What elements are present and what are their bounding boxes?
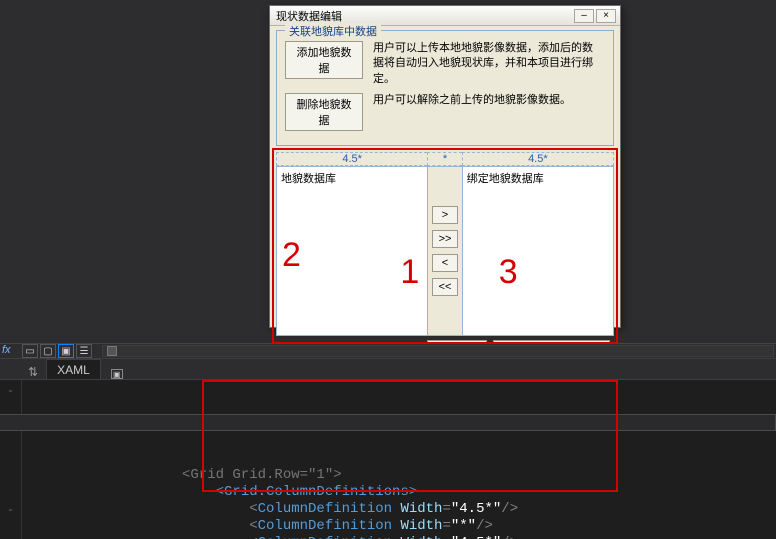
row-delete: 删除地貌数据 用户可以解除之前上传的地貌影像数据。	[285, 93, 605, 131]
code-line: <Grid Grid.Row="1">	[182, 467, 776, 484]
move-right-button[interactable]: >	[432, 206, 458, 224]
move-all-left-button[interactable]: <<	[432, 278, 458, 296]
code-editor[interactable]: - - - <Grid Grid.Row="1"> <Grid.ColumnDe…	[0, 380, 776, 539]
doc-outline-icon[interactable]: ▣	[111, 369, 123, 379]
annotation-3: 3	[499, 253, 518, 292]
star-width-row: 4.5* * 4.5*	[276, 152, 614, 166]
tool-icon-1[interactable]: ▭	[22, 344, 38, 358]
code-line: <ColumnDefinition Width="4.5*"/>	[182, 501, 776, 518]
star-left: 4.5*	[276, 152, 427, 166]
delete-help-text: 用户可以解除之前上传的地貌影像数据。	[373, 93, 571, 108]
gutter: - - -	[0, 380, 22, 539]
code-lines[interactable]: <Grid Grid.Row="1"> <Grid.ColumnDefiniti…	[22, 380, 776, 539]
code-line: <Grid.ColumnDefinitions>	[182, 484, 776, 501]
tool-icon-4[interactable]: ☰	[76, 344, 92, 358]
target-list-column: 绑定地貌数据库 3	[463, 167, 613, 335]
transfer-buttons: > >> < <<	[428, 167, 461, 335]
dialog-window: 现状数据编辑 – × 关联地貌库中数据 添加地貌数据 用户可以上传本地地貌影像数…	[269, 5, 621, 328]
tool-icon-3[interactable]: ▣	[58, 344, 74, 358]
close-button[interactable]: ×	[596, 9, 616, 23]
groupbox-legend: 关联地貌库中数据	[285, 23, 381, 39]
add-data-button[interactable]: 添加地貌数据	[285, 41, 363, 79]
groupbox-library: 关联地貌库中数据 添加地貌数据 用户可以上传本地地貌影像数据，添加后的数据将自动…	[276, 30, 614, 146]
annotation-2: 2	[282, 236, 301, 275]
star-mid: *	[427, 152, 461, 166]
fold-icon[interactable]: -	[6, 382, 16, 399]
columns: 地貌数据库 1 > >> < << 2 绑定地貌数据库	[276, 166, 614, 336]
ide-panel: fx ▭ ▢ ▣ ☰ ⇅ XAML ▣ - - - <Grid Grid.Row…	[0, 343, 776, 539]
move-left-button[interactable]: <	[432, 254, 458, 272]
star-right: 4.5*	[462, 152, 614, 166]
annotation-1: 1	[400, 253, 419, 292]
delete-data-button[interactable]: 删除地貌数据	[285, 93, 363, 131]
tab-xaml[interactable]: XAML	[46, 359, 101, 379]
target-list[interactable]: 3	[463, 189, 613, 335]
code-line: <ColumnDefinition Width="4.5*"/>	[182, 535, 776, 539]
swap-pane-icon[interactable]: ⇅	[28, 365, 38, 379]
transfer-column: > >> < << 2	[427, 167, 462, 335]
minimize-button[interactable]: –	[574, 9, 594, 23]
add-help-text: 用户可以上传本地地貌影像数据，添加后的数据将自动归入地貌现状库，并和本项目进行绑…	[373, 41, 598, 87]
current-line-highlight	[0, 414, 776, 431]
designer-toolbar: fx ▭ ▢ ▣ ☰	[0, 343, 776, 359]
code-line: <ColumnDefinition Width="*"/>	[182, 518, 776, 535]
window-title: 现状数据编辑	[276, 8, 342, 24]
dialog-client: 关联地貌库中数据 添加地貌数据 用户可以上传本地地貌影像数据，添加后的数据将自动…	[270, 26, 620, 368]
scrollbar-left-arrow[interactable]	[107, 346, 117, 356]
horizontal-scrollbar[interactable]	[102, 345, 774, 357]
move-all-right-button[interactable]: >>	[432, 230, 458, 248]
fx-icon: fx	[2, 344, 20, 358]
target-header: 绑定地貌数据库	[463, 167, 613, 189]
source-header: 地貌数据库	[277, 167, 427, 189]
row-add: 添加地貌数据 用户可以上传本地地貌影像数据，添加后的数据将自动归入地貌现状库，并…	[285, 41, 605, 87]
editor-tabs: ⇅ XAML ▣	[0, 359, 776, 380]
columns-area: 4.5* * 4.5* 地貌数据库 1 > >> < <<	[276, 152, 614, 336]
tab-label: XAML	[57, 363, 90, 377]
tool-icon-2[interactable]: ▢	[40, 344, 56, 358]
